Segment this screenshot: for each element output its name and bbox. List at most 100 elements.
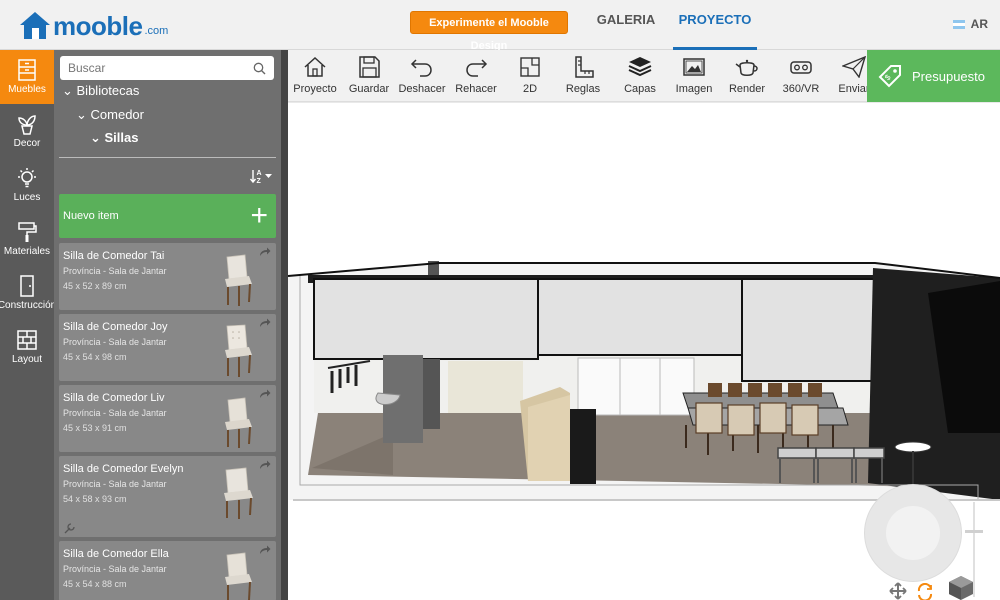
toolbar: Proyecto Guardar Deshacer Rehacer 2D Reg… (288, 50, 1000, 102)
item-title: Silla de Comedor Ella (63, 548, 169, 560)
rail-label: Decor (13, 138, 41, 149)
rail-label: Muebles (8, 84, 46, 95)
search-input[interactable] (68, 61, 253, 75)
language-selector[interactable]: AR (952, 17, 988, 31)
catalog-item[interactable]: Silla de Comedor Ella Província - Sala d… (59, 541, 276, 600)
zoom-slider-thumb[interactable] (965, 530, 983, 533)
tool-2d[interactable]: 2D (504, 56, 556, 95)
tree-item-comedor[interactable]: ⌄ Comedor (76, 107, 144, 123)
rail-item-layout[interactable]: Layout (0, 320, 54, 374)
tab-galeria[interactable]: GALERIA (590, 0, 662, 50)
undo-icon (410, 59, 432, 77)
catalog-item[interactable]: Silla de Comedor Evelyn Província - Sala… (59, 456, 276, 537)
tool-label: Deshacer (398, 83, 446, 95)
chair-thumbnail (225, 254, 252, 306)
new-item-button[interactable]: Nuevo item + (59, 194, 276, 238)
tool-proyecto[interactable]: Proyecto (289, 56, 341, 95)
top-bar: mooble .com Experimente el Mooble Design… (0, 0, 1000, 52)
search-box (60, 56, 274, 80)
chevron-down-icon: ⌄ (90, 130, 105, 145)
tool-guardar[interactable]: Guardar (343, 56, 395, 95)
image-icon (683, 58, 705, 76)
chair-thumbnail (225, 552, 252, 600)
search-icon[interactable] (253, 62, 266, 75)
vr-headset-icon (790, 61, 812, 74)
view-cube-icon[interactable] (948, 575, 974, 600)
item-category: Província - Sala de Jantar (63, 266, 167, 276)
tool-label: Guardar (348, 83, 390, 95)
item-dimensions: 45 x 53 x 91 cm (63, 423, 127, 433)
tree-item-bibliotecas[interactable]: ⌄ Bibliotecas (62, 83, 139, 99)
rail-item-luces[interactable]: Luces (0, 158, 54, 212)
chair-thumbnail (225, 397, 252, 448)
catalog-item[interactable]: Silla de Comedor Joy Província - Sala de… (59, 314, 276, 381)
tool-reglas[interactable]: Reglas (557, 56, 609, 95)
bulb-icon (18, 168, 36, 188)
tool-360-vr[interactable]: 360/VR (775, 56, 827, 95)
tree-item-sillas[interactable]: ⌄ Sillas (90, 130, 138, 146)
logo-word: mooble (53, 11, 143, 41)
share-icon[interactable] (259, 545, 271, 555)
mooble-logo[interactable]: mooble .com (18, 8, 168, 40)
sort-button[interactable]: AZ (249, 168, 274, 187)
sort-az-icon: AZ (249, 170, 272, 185)
share-icon[interactable] (259, 318, 271, 328)
logo-suffix: .com (144, 25, 169, 37)
tool-imagen[interactable]: Imagen (668, 56, 720, 95)
language-code: AR (970, 17, 988, 31)
brick-icon (17, 330, 37, 350)
item-title: Silla de Comedor Tai (63, 250, 165, 262)
item-dimensions: 45 x 54 x 88 cm (63, 579, 127, 589)
layers-icon (628, 57, 652, 77)
svg-text:Z: Z (257, 178, 262, 184)
divider (59, 157, 276, 158)
item-title: Silla de Comedor Liv (63, 392, 165, 404)
paint-roller-icon (18, 222, 37, 242)
panel-scrollbar[interactable] (281, 50, 288, 600)
item-dimensions: 45 x 52 x 89 cm (63, 281, 127, 291)
wardrobe-icon (18, 59, 36, 81)
item-category: Província - Sala de Jantar (63, 479, 167, 489)
rail-item-construccion[interactable]: Construcción (0, 266, 57, 320)
floppy-icon (359, 56, 380, 78)
rail-item-materiales[interactable]: Materiales (0, 212, 54, 266)
presupuesto-button[interactable]: $ Presupuesto (867, 50, 1000, 102)
ruler-icon (575, 56, 594, 78)
tool-capas[interactable]: Capas (614, 56, 666, 95)
rail-item-decor[interactable]: Decor (0, 104, 54, 158)
mooble-design-button[interactable]: Experimente el Mooble Design (410, 11, 568, 52)
navigation-joystick[interactable] (864, 484, 962, 582)
house-logo-icon (20, 12, 50, 39)
wrench-icon[interactable] (64, 523, 75, 534)
catalog-item[interactable]: Silla de Comedor Tai Província - Sala de… (59, 243, 276, 310)
tool-deshacer[interactable]: Deshacer (396, 56, 448, 95)
tab-proyecto[interactable]: PROYECTO (673, 0, 757, 50)
tree-label: Bibliotecas (76, 83, 140, 98)
item-category: Província - Sala de Jantar (63, 564, 167, 574)
tree-label: Comedor (90, 107, 144, 122)
tool-render[interactable]: Render (721, 56, 773, 95)
door-icon (20, 275, 34, 297)
plan-2d-icon (520, 57, 540, 77)
item-dimensions: 54 x 58 x 93 cm (63, 494, 127, 504)
share-icon[interactable] (259, 389, 271, 399)
move-icon[interactable] (889, 582, 907, 600)
tree-label: Sillas (104, 130, 139, 145)
share-icon[interactable] (259, 247, 271, 257)
tool-rehacer[interactable]: Rehacer (450, 56, 502, 95)
joystick-center[interactable] (886, 506, 940, 560)
tool-label: Render (728, 83, 766, 95)
rotate-icon[interactable] (916, 583, 934, 600)
tool-label: Proyecto (293, 83, 337, 95)
redo-icon (466, 59, 488, 77)
item-category: Província - Sala de Jantar (63, 408, 167, 418)
rail-item-muebles[interactable]: Muebles (0, 50, 54, 104)
tool-label: Rehacer (455, 83, 497, 95)
house-icon (304, 56, 326, 77)
rail-label: Construcción (0, 300, 57, 311)
share-icon[interactable] (259, 460, 271, 470)
tool-label: Reglas (565, 83, 601, 95)
item-dimensions: 45 x 54 x 98 cm (63, 352, 127, 362)
catalog-item[interactable]: Silla de Comedor Liv Província - Sala de… (59, 385, 276, 452)
tool-label: Capas (624, 83, 656, 95)
